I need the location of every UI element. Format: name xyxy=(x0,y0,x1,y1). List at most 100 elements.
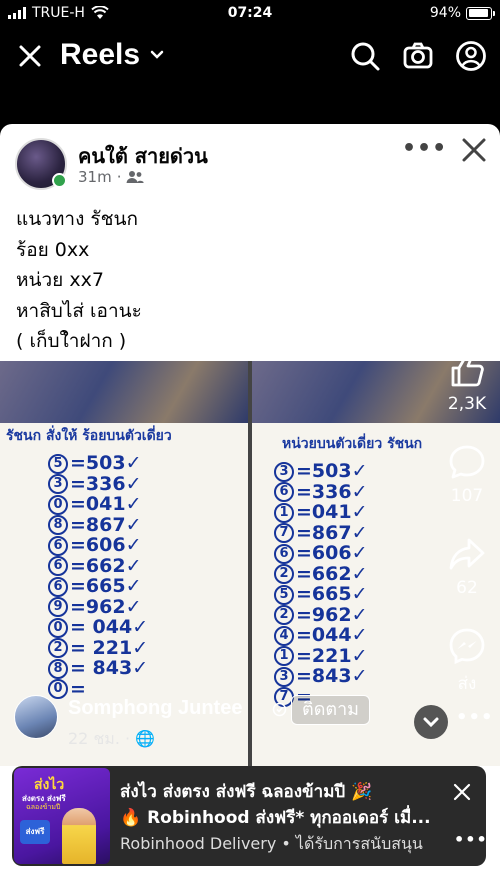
number-row: 5 =503✓ xyxy=(48,453,148,474)
number-row: 5 =665✓ xyxy=(274,584,368,605)
author-name[interactable]: Somphong Juntee xyxy=(68,697,242,720)
caption-line: ร้อย 0xx xyxy=(16,238,90,261)
number-row: 6 =336✓ xyxy=(274,480,368,503)
caption-line: ( เก็บใำฝาก ) xyxy=(16,330,127,352)
share-action[interactable]: 62 xyxy=(442,534,492,598)
number-value: =606✓ xyxy=(296,542,368,564)
caption-line: หาสิบไส่ เอานะ xyxy=(16,299,142,322)
number-row: 6 =606✓ xyxy=(48,535,148,556)
number-value: =843✓ xyxy=(296,665,368,687)
circled-digit: 6 xyxy=(274,482,294,502)
circled-digit: 3 xyxy=(274,461,294,482)
battery-icon xyxy=(466,6,495,20)
circled-digit: 6 xyxy=(274,543,294,564)
number-value: =665✓ xyxy=(70,575,142,597)
meta-separator: · xyxy=(125,729,131,748)
ad-body[interactable]: 🔥 Robinhood ส่งฟรี* ทุกออเดอร์ เมื่... xyxy=(120,804,431,831)
number-row: 8 = 843✓ xyxy=(48,658,148,679)
number-value: =867✓ xyxy=(296,521,368,544)
number-value: =662✓ xyxy=(70,554,142,577)
number-row: 7 =867✓ xyxy=(274,521,368,544)
more-options-icon[interactable]: ••• xyxy=(402,136,447,161)
author-meta: 22 ชม. · 🌐 xyxy=(68,727,155,752)
number-value: = 221✓ xyxy=(70,636,149,659)
circled-digit: 8 xyxy=(48,515,68,535)
meta-separator: · xyxy=(116,168,122,186)
number-value: =041✓ xyxy=(296,501,368,523)
more-options-icon[interactable]: ••• xyxy=(456,707,494,728)
search-icon[interactable] xyxy=(349,40,381,72)
number-value: =503✓ xyxy=(296,460,368,482)
number-value: =606✓ xyxy=(70,534,142,556)
camera-icon[interactable] xyxy=(402,40,434,72)
circled-digit: 0 xyxy=(48,617,68,638)
collapse-button[interactable] xyxy=(414,705,448,739)
like-icon[interactable] xyxy=(447,350,487,390)
messenger-icon[interactable] xyxy=(447,626,487,666)
sponsored-ad[interactable]: ส่งไว ส่งตรง ส่งฟรี ฉลองข้ามปี ส่งฟรี ส่… xyxy=(12,766,486,866)
number-list: 5 =503✓ 3 =336✓ 0 =041✓ 8 =867✓ 6 =606✓ 6 =662✓ 6 =66… xyxy=(48,453,148,699)
number-row: 2 =962✓ xyxy=(274,604,368,625)
comment-icon[interactable] xyxy=(447,442,487,482)
number-row: 0 = 044✓ xyxy=(48,617,148,638)
comment-count: 107 xyxy=(450,486,484,506)
caption-line: หน่วย xx7 xyxy=(16,269,104,291)
battery-percent: 94% xyxy=(429,5,461,21)
like-action[interactable]: 2,3K xyxy=(442,350,492,414)
profile-icon[interactable] xyxy=(455,40,487,72)
number-row: 6 =606✓ xyxy=(274,543,368,564)
number-row: 3 =503✓ xyxy=(274,461,368,482)
ad-thumbnail[interactable]: ส่งไว ส่งตรง ส่งฟรี ฉลองข้ามปี ส่งฟรี xyxy=(14,768,110,864)
page-title[interactable]: Reels xyxy=(60,38,140,72)
circled-digit: 3 xyxy=(274,666,294,687)
close-ad-icon[interactable] xyxy=(452,782,472,802)
caption-line: แนวทาง รัชนก xyxy=(16,208,139,230)
number-row: 9 =962✓ xyxy=(48,596,148,617)
globe-icon: 🌐 xyxy=(135,729,156,748)
ad-sponsor[interactable]: Robinhood Delivery • ได้รับการสนับสนุน xyxy=(120,832,423,857)
page-avatar[interactable] xyxy=(15,138,67,190)
circled-digit: 6 xyxy=(48,556,68,576)
number-value: =041✓ xyxy=(70,493,142,515)
comment-action[interactable]: 107 xyxy=(442,442,492,506)
number-value: =221✓ xyxy=(296,644,368,667)
number-value: =503✓ xyxy=(70,452,142,474)
author-avatar[interactable] xyxy=(14,695,58,739)
circled-digit: 1 xyxy=(274,502,294,523)
number-row: 2 = 221✓ xyxy=(48,636,149,659)
circled-digit: 0 xyxy=(48,494,68,515)
photo-heading: รัชนก สั่งให้ ร้อยบนตัวเดี่ยว xyxy=(6,428,172,444)
number-value: =336✓ xyxy=(70,472,142,495)
share-icon[interactable] xyxy=(447,534,487,574)
status-time: 07:24 xyxy=(227,5,273,21)
close-icon[interactable] xyxy=(14,40,46,72)
ad-more-options-icon[interactable]: ••• xyxy=(454,830,486,849)
follow-button[interactable]: ติดตาม xyxy=(291,695,371,725)
number-value: =662✓ xyxy=(296,562,368,585)
status-right: 94% xyxy=(429,5,495,21)
ad-headline[interactable]: ส่งไว ส่งตรง ส่งฟรี ฉลองข้ามปี 🎉 xyxy=(120,778,372,805)
ad-thumb-person xyxy=(62,808,96,864)
circled-digit: 7 xyxy=(274,523,294,543)
status-bar: TRUE-H 07:24 94% xyxy=(0,0,500,28)
circled-digit: 2 xyxy=(274,564,294,584)
circled-digit: 2 xyxy=(274,605,294,625)
send-label: ส่ง xyxy=(457,674,477,694)
post-meta: 31m · xyxy=(78,168,144,186)
photo-background xyxy=(0,361,248,423)
send-action[interactable]: ส่ง xyxy=(442,626,492,697)
number-row: 8 =867✓ xyxy=(48,514,148,535)
circled-digit: 9 xyxy=(48,597,68,617)
post-caption: แนวทาง รัชนก ร้อย 0xx หน่วย xx7 หาสิบไส่… xyxy=(16,204,142,357)
circled-digit: 5 xyxy=(274,584,294,605)
verified-icon xyxy=(272,702,287,717)
ad-thumb-subtitle2: ฉลองข้ามปี xyxy=(26,803,61,811)
circled-digit: 4 xyxy=(274,625,294,646)
chevron-down-icon[interactable] xyxy=(150,48,164,62)
close-post-icon[interactable] xyxy=(460,136,488,164)
number-value: = 843✓ xyxy=(70,657,149,679)
number-value: =044✓ xyxy=(296,624,368,646)
number-value: =336✓ xyxy=(296,480,368,503)
number-row: 4 =044✓ xyxy=(274,625,368,646)
number-value: = 044✓ xyxy=(70,616,149,638)
